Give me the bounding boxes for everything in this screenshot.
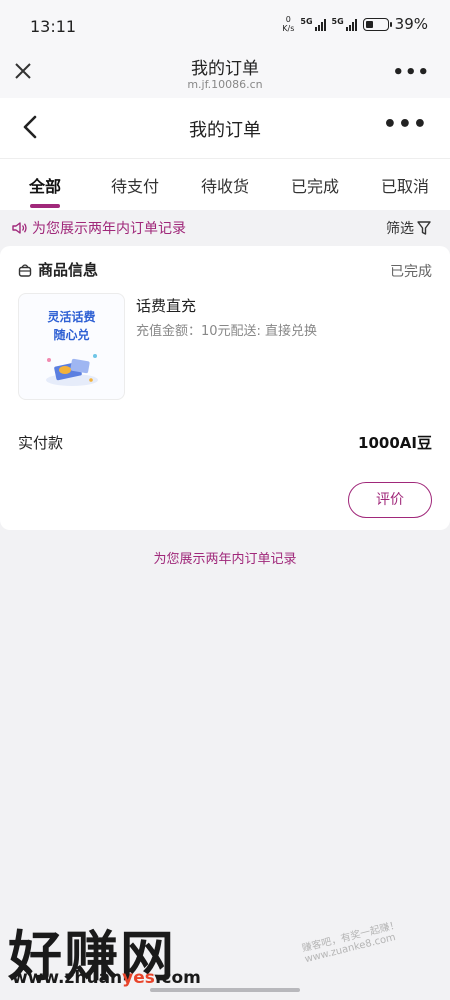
battery-percent: 39% bbox=[394, 15, 428, 33]
order-card[interactable]: 商品信息 已完成 灵活话费 随心兑 话费直充 充值金额：10元配送: 直接兑换 … bbox=[0, 246, 450, 530]
tab-cancelled[interactable]: 已取消 bbox=[360, 173, 450, 197]
notice-bar: 为您展示两年内订单记录 筛选 bbox=[0, 210, 450, 244]
network-speed-value: 0 bbox=[285, 15, 291, 24]
tab-all[interactable]: 全部 bbox=[0, 173, 90, 197]
section-title: 商品信息 bbox=[38, 261, 99, 279]
filter-icon bbox=[417, 221, 431, 235]
more-dots-icon[interactable]: ••• bbox=[392, 62, 430, 83]
status-icons: 0 K/s 5G 5G 39% bbox=[282, 15, 428, 33]
notice-text: 为您展示两年内订单记录 bbox=[32, 221, 186, 237]
watermark-url-highlight: yes bbox=[122, 968, 155, 988]
tab-completed[interactable]: 已完成 bbox=[270, 173, 360, 197]
tab-pending-receipt[interactable]: 待收货 bbox=[180, 173, 270, 197]
more-dots-icon[interactable]: ••• bbox=[383, 112, 428, 137]
status-badge: 已完成 bbox=[390, 264, 432, 280]
browser-bar: 我的订单 m.jf.10086.cn ••• bbox=[0, 52, 450, 98]
tab-pending-payment[interactable]: 待支付 bbox=[90, 173, 180, 197]
signal-label: 5G bbox=[300, 17, 313, 26]
signal-label: 5G bbox=[331, 17, 344, 26]
speaker-icon bbox=[12, 222, 27, 234]
browser-title: 我的订单 bbox=[191, 59, 259, 79]
thumbnail-text-line1: 灵活话费 bbox=[47, 310, 96, 324]
paid-value: 1000AI豆 bbox=[358, 434, 432, 452]
watermark-tilted-text: 赚客吧，有奖一起赚！www.zuanke8.com bbox=[300, 919, 401, 966]
order-tabs: 全部 待支付 待收货 已完成 已取消 bbox=[0, 158, 450, 210]
active-tab-indicator bbox=[30, 204, 60, 208]
footer-note: 为您展示两年内订单记录 bbox=[153, 552, 297, 567]
coin-illustration-icon bbox=[46, 354, 98, 386]
network-speed: 0 K/s bbox=[282, 15, 294, 33]
browser-url: m.jf.10086.cn bbox=[187, 78, 263, 91]
status-time: 13:11 bbox=[30, 17, 77, 36]
status-bar: 13:11 0 K/s 5G 5G 39% bbox=[0, 0, 450, 52]
network-speed-unit: K/s bbox=[282, 24, 295, 33]
filter-button[interactable]: 筛选 bbox=[386, 218, 432, 238]
paid-label: 实付款 bbox=[18, 434, 64, 452]
watermark-url-prefix: www.zhuan bbox=[12, 968, 123, 988]
signal-icon: 5G bbox=[332, 17, 357, 31]
bag-icon bbox=[18, 263, 32, 277]
signal-icon: 5G bbox=[300, 17, 326, 31]
product-name: 话费直充 bbox=[136, 297, 197, 315]
watermark-url-suffix: .com bbox=[154, 968, 201, 988]
rate-button[interactable]: 评价 bbox=[348, 482, 432, 518]
thumbnail-text-line2: 随心兑 bbox=[53, 328, 90, 342]
watermark-url: www.zhuanyes.com bbox=[12, 968, 201, 988]
home-indicator[interactable] bbox=[150, 988, 300, 992]
product-thumbnail[interactable]: 灵活话费 随心兑 bbox=[18, 293, 125, 400]
filter-label: 筛选 bbox=[386, 221, 414, 237]
battery-icon bbox=[362, 17, 392, 31]
product-description: 充值金额：10元配送: 直接兑换 bbox=[136, 324, 318, 339]
page-header: 我的订单 ••• bbox=[0, 98, 450, 158]
